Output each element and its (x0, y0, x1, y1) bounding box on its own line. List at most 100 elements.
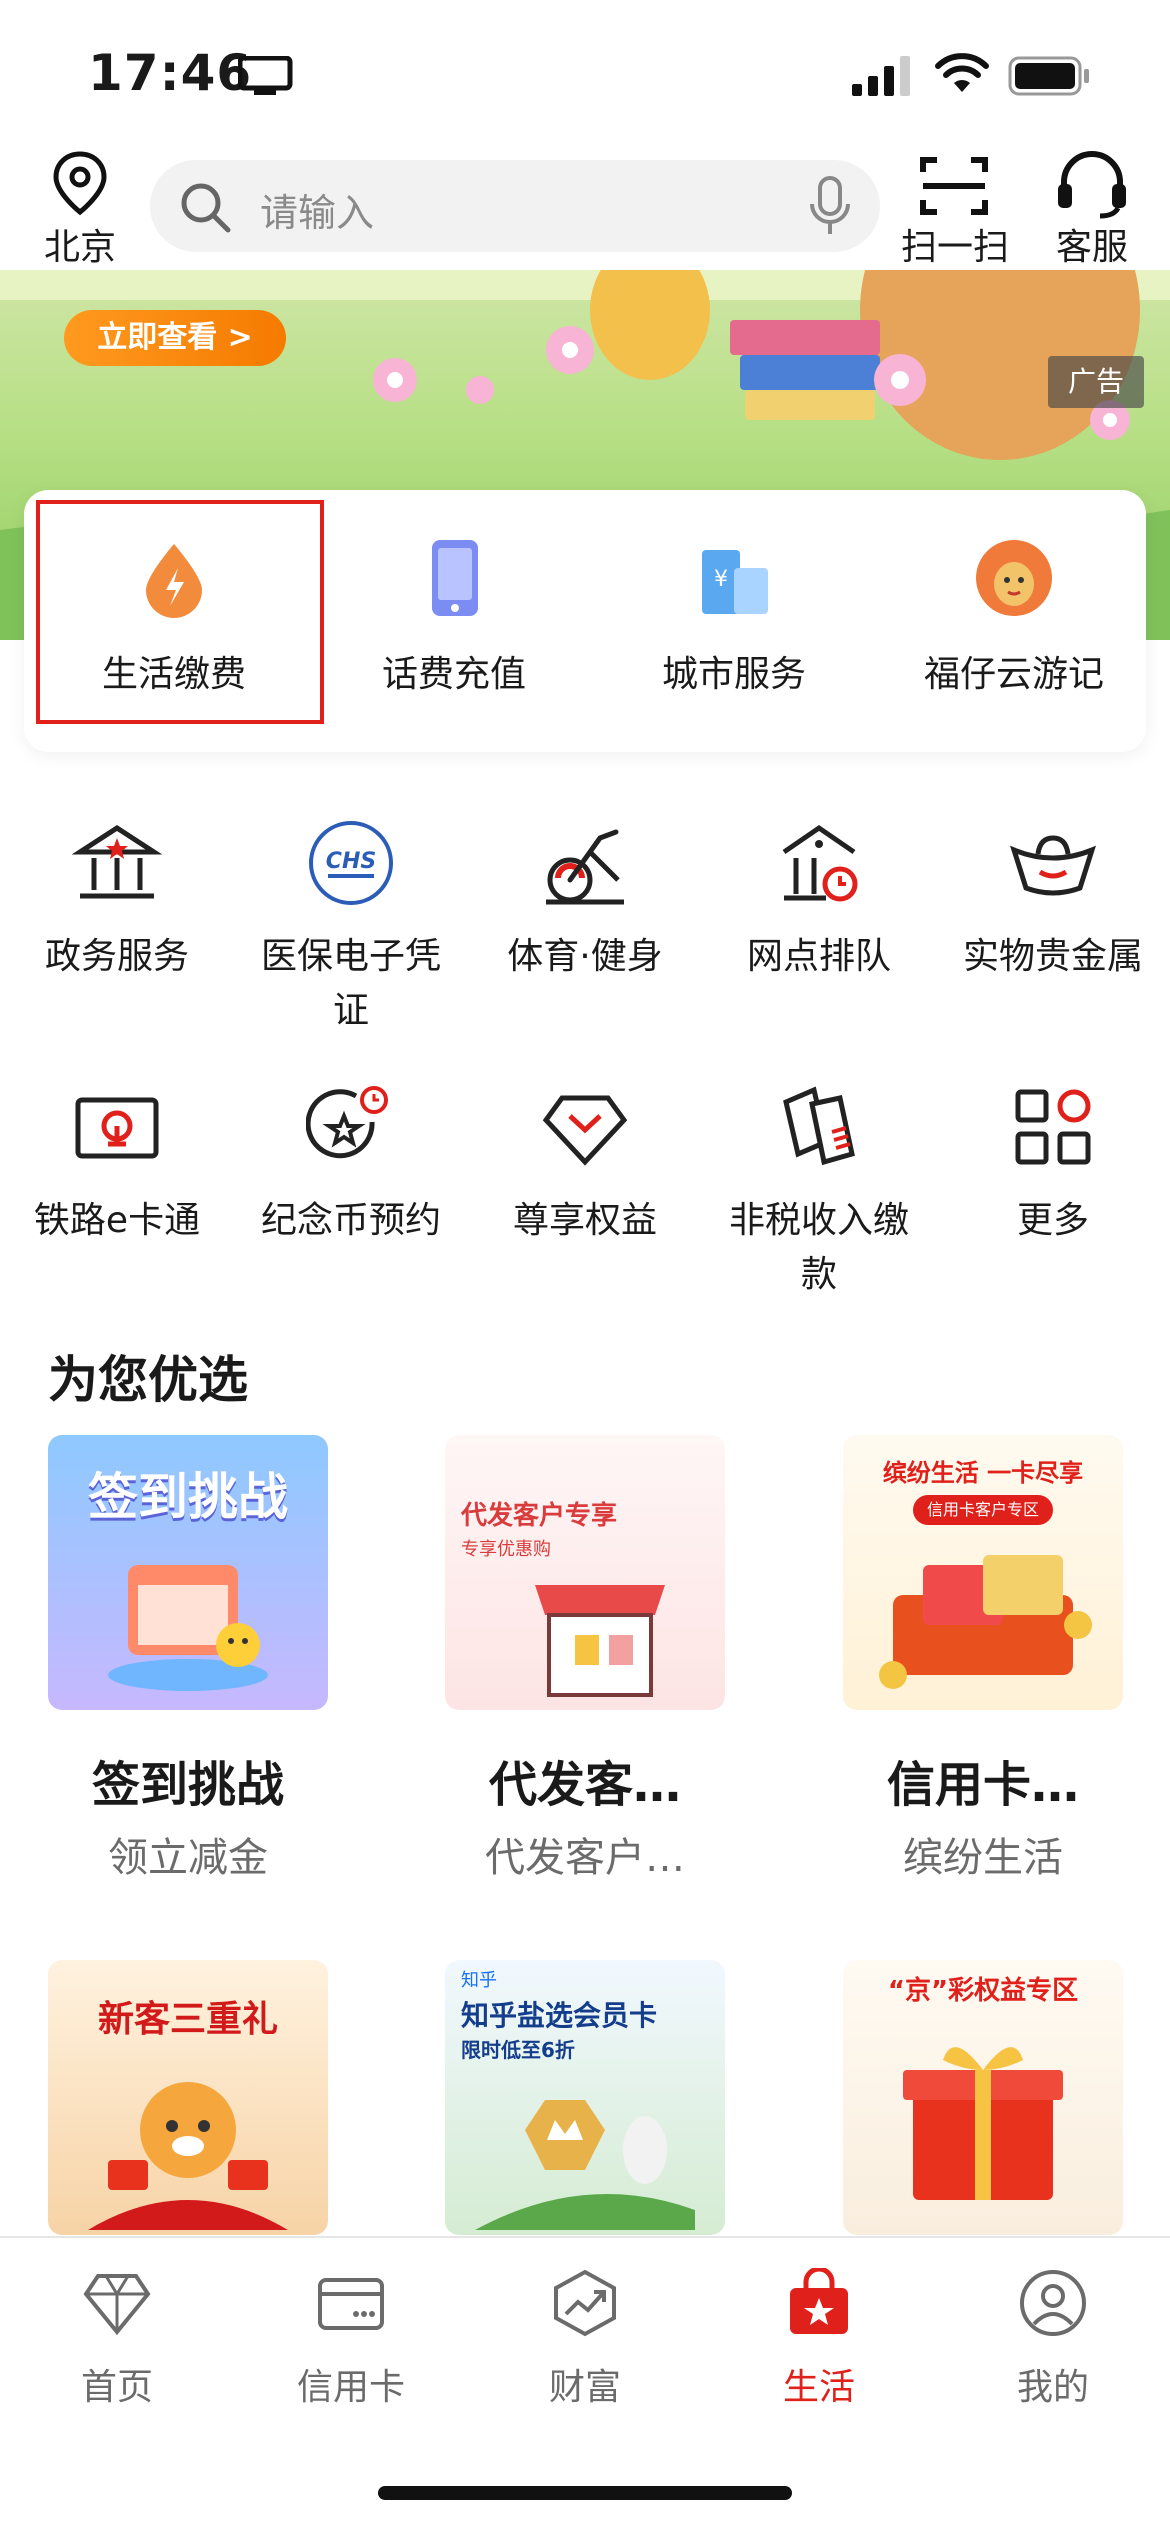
branch-queue-icon (782, 824, 858, 902)
gold-ingot-icon (1010, 835, 1096, 896)
calendar-icon (108, 1565, 268, 1691)
grid-item-sports-fitness[interactable]: 体育·健身 (468, 818, 702, 1018)
card-image-text: 代发客户专享 (461, 1501, 618, 1531)
wifi-icon (934, 52, 990, 96)
home-indicator (378, 2486, 792, 2500)
promo-card-creditcard[interactable]: 缤纷生活 一卡尽享 信用卡客户专区 信用卡… 缤纷生活 (843, 1435, 1123, 1895)
promo-card-new-customer[interactable]: 新客三重礼 (48, 1960, 328, 2235)
feature-label: 城市服务 (661, 654, 806, 695)
search-icon (181, 183, 231, 233)
card-subtitle: 缤纷生活 (903, 1835, 1063, 1881)
scan-button[interactable]: 扫一扫 (895, 150, 1015, 270)
coin-star-icon (306, 1086, 388, 1159)
card-image: 代发客户专享 专享优惠购 (445, 1435, 725, 1710)
crown-badge-icon (475, 2100, 695, 2230)
tab-credit-card[interactable]: 信用卡 (234, 2268, 468, 2428)
tab-label: 生活 (782, 2367, 855, 2408)
more-grid-icon (1015, 1089, 1091, 1165)
cellular-signal-icon (852, 56, 912, 96)
tab-label: 首页 (80, 2367, 153, 2408)
promo-card-jd-benefits[interactable]: “京”彩权益专区 (843, 1960, 1123, 2235)
card-image-text: 签到挑战 (88, 1468, 288, 1526)
card-image: 知乎 知乎盐选会员卡 限时低至6折 (445, 1960, 725, 2235)
card-image-text: 知乎盐选会员卡 (461, 1999, 658, 2032)
grid-item-precious-metals[interactable]: 实物贵金属 (936, 818, 1170, 1018)
grid-item-railway-ecard[interactable]: 铁路e卡通 (0, 1082, 234, 1282)
ad-tag: 广告 (1048, 356, 1144, 408)
tab-life[interactable]: 生活 (702, 2268, 936, 2428)
card-subtitle: 领立减金 (108, 1835, 268, 1881)
grid-label: 纪念币预约 (260, 1200, 441, 1241)
promo-card-payroll[interactable]: 代发客户专享 专享优惠购 代发客… 代发客户… (445, 1435, 725, 1895)
customer-service-button[interactable]: 客服 (1032, 150, 1152, 270)
card-title: 信用卡… (886, 1757, 1079, 1813)
tiger-mascot-icon (88, 2082, 288, 2230)
mascot-icon (976, 540, 1052, 616)
grid-item-more[interactable]: 更多 (936, 1082, 1170, 1282)
diamond-home-icon (83, 2274, 151, 2336)
section-title: 为您优选 (48, 1351, 248, 1409)
card-image: 签到挑战 (48, 1435, 328, 1710)
microphone-icon[interactable] (808, 176, 852, 238)
storefront-icon (535, 1585, 665, 1697)
grid-label: 铁路e卡通 (33, 1200, 201, 1241)
building-icon: ¥ (702, 550, 768, 614)
search-bar[interactable]: 请输入 (150, 160, 880, 252)
user-icon (1020, 2270, 1086, 2336)
card-image-text: 新客三重礼 (97, 1999, 278, 2040)
tab-label: 信用卡 (296, 2367, 405, 2408)
card-image-subtext: 信用卡客户专区 (913, 1495, 1053, 1525)
grid-label: 非税收入缴款 (728, 1200, 909, 1295)
highlight-box (36, 500, 324, 724)
tab-label: 我的 (1016, 2367, 1089, 2408)
headset-icon (1058, 151, 1126, 219)
status-time: 17:46 (88, 44, 253, 102)
grid-label: 实物贵金属 (962, 936, 1143, 977)
government-icon (72, 825, 162, 899)
card-image-text: 缤纷生活 一卡尽享 (882, 1459, 1084, 1487)
feature-phone-topup[interactable]: 话费充值 (314, 490, 594, 752)
scan-label: 扫一扫 (900, 227, 1009, 268)
gift-box-icon (903, 2047, 1063, 2200)
card-image: 新客三重礼 (48, 1960, 328, 2235)
promo-card-zhihu[interactable]: 知乎 知乎盐选会员卡 限时低至6折 (445, 1960, 725, 2235)
card-image-subtext: 限时低至6折 (461, 2038, 575, 2062)
tab-mine[interactable]: 我的 (936, 2268, 1170, 2428)
phone-icon (432, 540, 478, 616)
diamond-icon (542, 1095, 628, 1166)
search-placeholder: 请输入 (260, 191, 375, 235)
location-button[interactable]: 北京 (30, 150, 130, 270)
shopping-bag-star-icon (790, 2268, 848, 2334)
feature-label: 福仔云游记 (923, 654, 1104, 695)
location-label: 北京 (43, 227, 116, 268)
tab-label: 财富 (548, 2367, 621, 2408)
card-title: 代发客… (488, 1757, 681, 1813)
tab-home[interactable]: 首页 (0, 2268, 234, 2428)
banner-cta-button[interactable]: 立即查看 > (64, 310, 286, 366)
card-image: 缤纷生活 一卡尽享 信用卡客户专区 (843, 1435, 1123, 1710)
customer-service-label: 客服 (1055, 227, 1128, 268)
battery-icon (1008, 56, 1092, 96)
grid-item-branch-queue[interactable]: 网点排队 (702, 818, 936, 1018)
svg-text:CHS: CHS (326, 849, 376, 874)
card-subtitle: 代发客户… (485, 1835, 685, 1881)
grid-item-coin-reservation[interactable]: 纪念币预约 (234, 1082, 468, 1282)
feature-label: 话费充值 (381, 654, 526, 695)
railway-card-icon (75, 1097, 159, 1159)
svg-text:¥: ¥ (714, 567, 728, 592)
tab-wealth[interactable]: 财富 (468, 2268, 702, 2428)
promo-card-checkin[interactable]: 签到挑战 签到挑战 领立减金 (48, 1435, 328, 1895)
tax-docs-icon (783, 1086, 855, 1166)
grid-item-non-tax-payment[interactable]: 非税收入缴款 (702, 1082, 936, 1302)
card-image-brand: 知乎 (461, 1970, 497, 1991)
grid-label: 网点排队 (746, 936, 891, 977)
exercise-bike-icon (546, 829, 624, 905)
feature-fuzai-tour[interactable]: 福仔云游记 (874, 490, 1154, 752)
grid-item-premium-benefits[interactable]: 尊享权益 (468, 1082, 702, 1282)
location-pin-icon (53, 151, 107, 216)
card-image: “京”彩权益专区 (843, 1960, 1123, 2235)
grid-label: 政务服务 (44, 936, 189, 977)
grid-item-government-services[interactable]: 政务服务 (0, 818, 234, 1018)
feature-city-services[interactable]: ¥ 城市服务 (594, 490, 874, 752)
grid-item-medical-insurance[interactable]: CHS 医保电子凭证 (234, 818, 468, 1038)
